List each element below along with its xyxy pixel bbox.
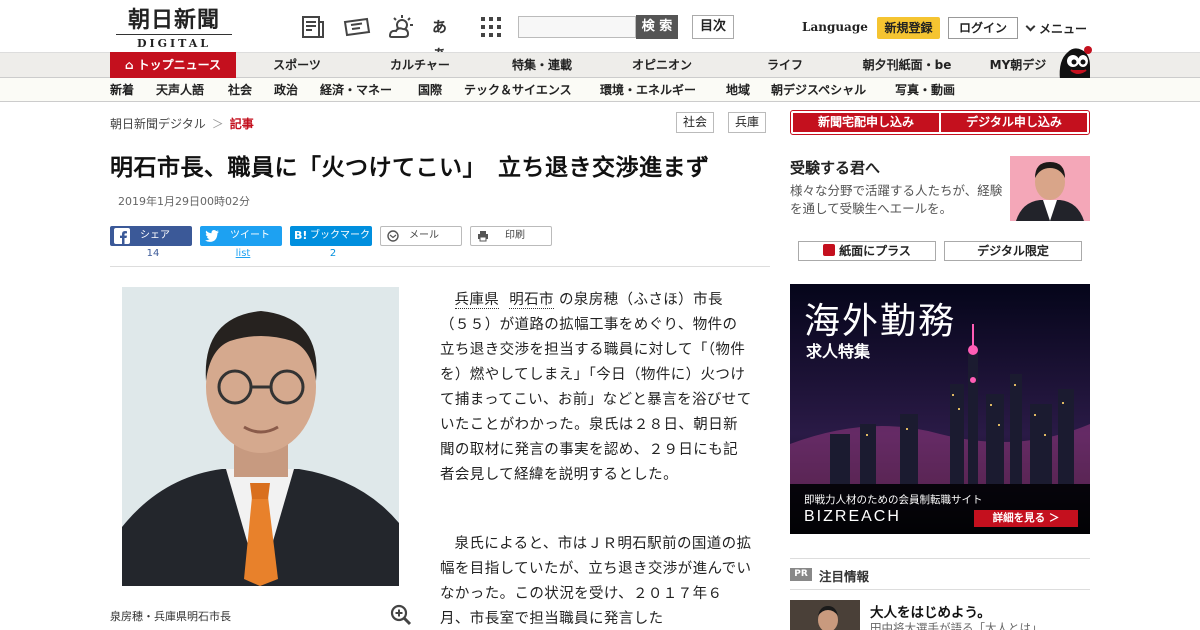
register-button[interactable]: 新規登録: [877, 17, 940, 39]
language-link[interactable]: Language: [802, 20, 868, 34]
nav-region[interactable]: 地域: [726, 78, 750, 102]
mail-icon: [387, 230, 399, 249]
nav-international[interactable]: 国際: [418, 78, 442, 102]
ticket-icon[interactable]: [342, 14, 372, 40]
digital-only-button[interactable]: デジタル限定: [944, 241, 1082, 261]
search-input[interactable]: [518, 16, 636, 38]
secondary-nav: 新着 天声人語 社会 政治 経済・マネー 国際 テック＆サイエンス 環境・エネル…: [0, 78, 1200, 102]
text-size-icon[interactable]: あぁ: [432, 14, 460, 62]
nav-features[interactable]: 特集・連載: [494, 53, 590, 78]
chevron-down-icon: [1025, 21, 1036, 32]
subscribe-paper-button[interactable]: 新聞宅配申し込み: [793, 113, 939, 132]
nav-top-news[interactable]: ⌂ トップニュース: [110, 52, 236, 79]
hatena-bookmark-count: 2: [329, 248, 337, 259]
nav-economy[interactable]: 経済・マネー: [320, 78, 392, 102]
breadcrumb-separator: ＞: [211, 117, 224, 131]
toc-button[interactable]: 目次: [692, 15, 734, 39]
divider: [110, 266, 770, 267]
mascot-icon[interactable]: [1054, 42, 1094, 80]
nav-opinion[interactable]: オピニオン: [614, 53, 710, 78]
breadcrumb-current: 記事: [229, 117, 254, 131]
menu-label: メニュー: [1039, 22, 1088, 36]
exam-feature-desc: 様々な分野で活躍する人たちが、経験を通して受験生へエールを。: [790, 183, 1003, 216]
ad-brand-logo: BIZREACH: [804, 508, 901, 525]
login-button[interactable]: ログイン: [948, 17, 1018, 39]
nav-tech-science[interactable]: テック＆サイエンス: [464, 78, 572, 102]
ad-title: 海外勤務: [804, 301, 957, 342]
link-hyogo[interactable]: 兵庫県: [454, 292, 500, 309]
nav-special[interactable]: 朝デジスペシャル: [771, 78, 866, 102]
divider: [790, 589, 1090, 590]
article-date: 2019年1月29日00時02分: [118, 195, 250, 208]
photo-caption: 泉房穂・兵庫県明石市長: [110, 610, 231, 623]
nav-tenseijingo[interactable]: 天声人語: [156, 78, 204, 102]
pr-item-thumbnail[interactable]: [790, 600, 860, 630]
facebook-share-count: 14: [146, 248, 160, 259]
article-title: 明石市長、職員に「火つけてこい」 立ち退き交渉進まず: [110, 155, 710, 181]
menu-button[interactable]: メニュー: [1025, 20, 1088, 37]
weather-icon[interactable]: [386, 14, 416, 40]
facebook-share-button[interactable]: シェア: [110, 226, 192, 246]
article-paragraph: 兵庫県 明石市 の泉房穂（ふさほ）市長（５５）が道路の拡幅工事をめぐり、物件の立…: [440, 292, 752, 483]
printer-icon: [477, 230, 489, 249]
home-icon: ⌂: [125, 58, 134, 72]
twitter-icon: [204, 228, 220, 244]
ad-banner[interactable]: 海外勤務 求人特集 即戦力人材のための会員制転職サイト BIZREACH 詳細を…: [790, 284, 1090, 534]
nav-newspaper[interactable]: 朝夕刊紙面・be: [850, 53, 964, 78]
divider: [790, 558, 1090, 559]
primary-nav: ⌂ トップニュース スポーツ カルチャー 特集・連載 オピニオン ライフ 朝夕刊紙…: [0, 52, 1200, 79]
print-button[interactable]: 印刷: [470, 226, 552, 246]
ad-tagline: 即戦力人材のための会員制転職サイト: [804, 494, 983, 506]
nav-sports[interactable]: スポーツ: [254, 53, 340, 78]
zoom-icon[interactable]: [390, 604, 412, 626]
ad-subtitle: 求人特集: [806, 342, 871, 361]
nav-environment[interactable]: 環境・エネルギー: [600, 78, 696, 102]
twitter-share-count[interactable]: list: [202, 248, 284, 259]
newspaper-icon[interactable]: [300, 14, 326, 40]
link-akashi[interactable]: 明石市: [509, 292, 554, 309]
nav-politics[interactable]: 政治: [274, 78, 298, 102]
nav-life[interactable]: ライフ: [740, 53, 830, 78]
search-button[interactable]: 検 索: [636, 15, 678, 39]
breadcrumb: 朝日新聞デジタル ＞ 記事: [110, 115, 254, 132]
pr-badge: PR: [790, 568, 812, 581]
ad-cta-button[interactable]: 詳細を見る ＞: [974, 510, 1078, 527]
article-paragraph: 泉氏によると、市はＪＲ明石駅前の国道の拡幅を目指していたが、立ち退き交渉が進んで…: [440, 536, 752, 627]
asahi-badge-icon: [823, 244, 836, 256]
hatena-icon: B!: [294, 229, 308, 242]
exam-feature-photo[interactable]: [1010, 156, 1090, 221]
facebook-icon: [114, 228, 130, 244]
article-photo[interactable]: [122, 287, 399, 586]
breadcrumb-home[interactable]: 朝日新聞デジタル: [110, 117, 206, 131]
pr-item-subtitle: 田中将大選手が語る「大人とは」: [870, 621, 1043, 630]
grid-icon[interactable]: [478, 14, 504, 40]
nav-culture[interactable]: カルチャー: [372, 53, 468, 78]
mail-share-button[interactable]: メール: [380, 226, 462, 246]
nav-latest[interactable]: 新着: [110, 78, 134, 102]
pr-section-title: 注目情報: [819, 569, 870, 584]
subscribe-digital-button[interactable]: デジタル申し込み: [941, 113, 1087, 132]
nav-my-asadigi[interactable]: MY朝デジ: [978, 53, 1058, 78]
paper-plus-button[interactable]: 紙面にプラス: [798, 241, 936, 261]
subscribe-box: 新聞宅配申し込み デジタル申し込み: [790, 110, 1090, 135]
nav-society[interactable]: 社会: [228, 78, 252, 102]
exam-feature-title[interactable]: 受験する君へ: [790, 157, 880, 178]
tag-hyogo[interactable]: 兵庫: [728, 112, 767, 133]
logo-text: 朝日新聞: [127, 7, 220, 33]
logo-subtext: DIGITAL: [116, 34, 232, 50]
twitter-share-button[interactable]: ツイート: [200, 226, 282, 246]
tag-society[interactable]: 社会: [676, 112, 715, 133]
site-logo[interactable]: 朝日新聞 DIGITAL: [116, 8, 232, 50]
nav-photo-video[interactable]: 写真・動画: [895, 78, 955, 102]
pr-item-title[interactable]: 大人をはじめよう。: [870, 601, 991, 621]
hatena-bookmark-button[interactable]: B! ブックマーク: [290, 226, 372, 246]
